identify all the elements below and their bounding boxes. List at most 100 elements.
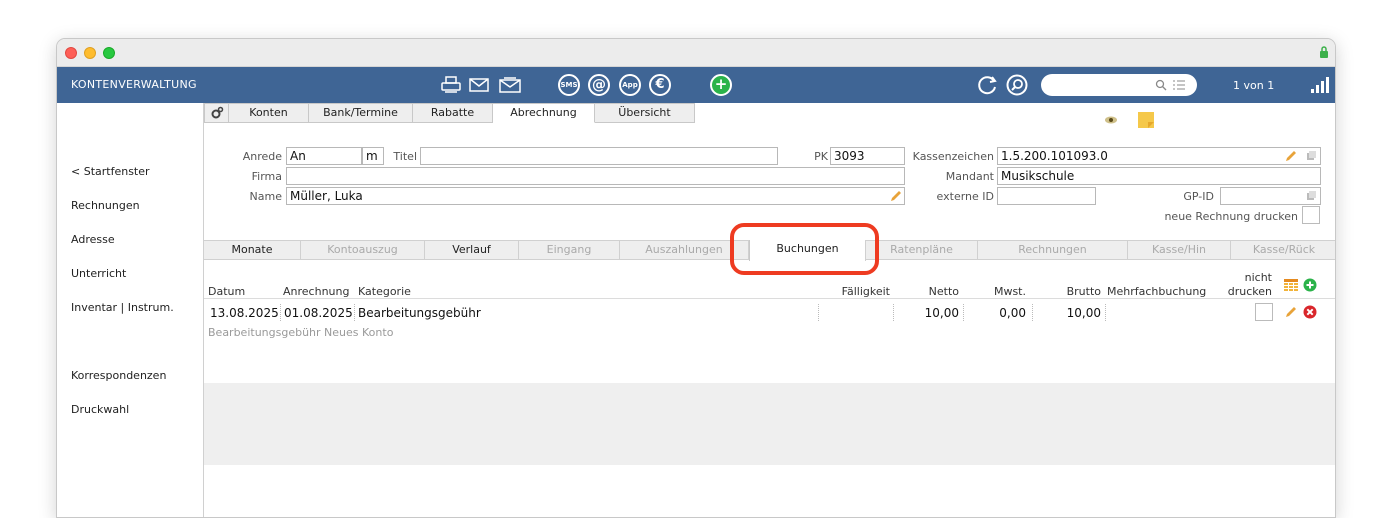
tab-uebersicht[interactable]: Übersicht [595,103,695,123]
minimize-window-button[interactable] [84,47,96,59]
titel-field[interactable] [420,147,778,165]
buchungen-highlight [730,223,879,275]
name-field[interactable]: Müller, Luka [286,187,905,205]
anrede-label: Anrede [242,150,282,163]
tab-abrechnung[interactable]: Abrechnung [493,103,595,123]
euro-label: € [649,74,671,96]
mandant-field[interactable]: Musikschule [997,167,1321,185]
lock-icon [1320,46,1328,58]
search-icon [1155,79,1167,91]
app-title: KONTENVERWALTUNG [71,78,197,91]
gender-field[interactable]: m [362,147,384,165]
cell-datum[interactable]: 13.08.2025 [210,303,279,323]
firma-field[interactable] [286,167,905,185]
main-toolbar: KONTENVERWALTUNG SMS @ App € + 1 von 1 [57,67,1335,103]
nicht-drucken-checkbox[interactable] [1255,303,1273,321]
cell-netto[interactable]: 10,00 [899,303,959,323]
subtab-eingang[interactable]: Eingang [519,241,620,259]
tab-bank-termine[interactable]: Bank/Termine [309,103,413,123]
search-input[interactable] [1041,74,1197,96]
close-window-button[interactable] [65,47,77,59]
sidebar-item-rechnungen[interactable]: Rechnungen [71,199,140,212]
sidebar-item-druckwahl[interactable]: Druckwahl [71,403,129,416]
col-kategorie: Kategorie [358,285,411,298]
letter-icon[interactable] [498,75,522,95]
stats-icon[interactable] [1310,76,1330,94]
cell-divider [818,304,819,321]
cell-faelligkeit[interactable] [824,303,890,323]
kassenzeichen-field[interactable]: 1.5.200.101093.0 [997,147,1321,165]
eye-icon[interactable] [1104,115,1118,125]
name-value: Müller, Luka [290,189,363,203]
search-circle-icon[interactable] [1005,74,1029,96]
cell-divider [893,304,894,321]
externe-id-label: externe ID [936,190,994,203]
tab-konten[interactable]: Konten [229,103,309,123]
at-icon[interactable]: @ [587,74,611,96]
app-label: App [619,74,641,96]
sms-icon[interactable]: SMS [557,74,581,96]
app-window: KONTENVERWALTUNG SMS @ App € + 1 von 1 <… [56,38,1336,518]
name-label: Name [249,190,282,203]
copy-icon[interactable] [1306,151,1316,161]
cell-divider [280,304,281,321]
cell-brutto[interactable]: 10,00 [1039,303,1101,323]
sidebar-item-inventar[interactable]: Inventar | Instrum. [71,301,174,314]
cell-mwst[interactable]: 0,00 [969,303,1026,323]
col-nicht: nicht [1244,271,1272,284]
col-anrechnung: Anrechnung [283,285,350,298]
col-mwst: Mwst. [993,285,1026,298]
subtab-rechnungen[interactable]: Rechnungen [978,241,1128,259]
main-content: Konten Bank/Termine Rabatte Abrechnung Ü… [204,103,1335,517]
list-icon[interactable] [1173,80,1185,90]
pencil-icon[interactable] [1284,149,1298,163]
col-drucken: drucken [1227,285,1272,298]
pencil-icon[interactable] [1284,305,1298,319]
app-icon[interactable]: App [618,74,642,96]
subtab-kontoauszug[interactable]: Kontoauszug [301,241,425,259]
cell-divider [1105,304,1106,321]
zoom-window-button[interactable] [103,47,115,59]
firma-label: Firma [251,170,282,183]
mail-icon[interactable] [468,75,490,95]
cell-divider [354,304,355,321]
note-icon[interactable] [1137,111,1155,129]
anrede-field[interactable]: An [286,147,362,165]
copy-icon[interactable] [1306,191,1316,201]
table-icon[interactable] [1284,279,1298,292]
euro-icon[interactable]: € [648,74,672,96]
add-row-icon[interactable] [1303,278,1317,292]
pk-field[interactable]: 3093 [830,147,905,165]
sidebar-item-unterricht[interactable]: Unterricht [71,267,126,280]
pencil-icon[interactable] [889,189,903,203]
settings-gear-tab[interactable] [204,103,229,123]
cell-anrechnung[interactable]: 01.08.2025 [284,303,353,323]
col-faelligkeit: Fälligkeit [841,285,890,298]
delete-icon[interactable] [1303,305,1317,319]
subtab-monate[interactable]: Monate [204,241,301,259]
externe-id-field[interactable] [997,187,1096,205]
sidebar-item-startfenster[interactable]: < Startfenster [71,165,150,178]
cell-kategorie[interactable]: Bearbeitungsgebühr [358,303,481,323]
subtab-verlauf[interactable]: Verlauf [425,241,519,259]
top-tab-bar: Konten Bank/Termine Rabatte Abrechnung Ü… [204,103,695,123]
mandant-label: Mandant [945,170,994,183]
sidebar-item-korrespondenzen[interactable]: Korrespondenzen [71,369,166,382]
titel-label: Titel [393,150,417,163]
gear-icon [211,106,223,119]
tab-rabatte[interactable]: Rabatte [413,103,493,123]
add-icon[interactable]: + [709,74,733,96]
gp-id-label: GP-ID [1183,190,1214,203]
cell-mehrfachbuchung[interactable] [1109,303,1209,323]
subtab-kasse-hin[interactable]: Kasse/Hin [1128,241,1231,259]
neue-rechnung-checkbox[interactable] [1302,206,1320,224]
sidebar-item-adresse[interactable]: Adresse [71,233,115,246]
sidebar: < Startfenster Rechnungen Adresse Unterr… [57,103,204,517]
subtab-kasse-rueck[interactable]: Kasse/Rück [1231,241,1335,259]
refresh-icon[interactable] [975,75,999,95]
window-titlebar [57,39,1335,67]
subtab-ratenplaene[interactable]: Ratenpläne [866,241,978,259]
add-label: + [710,74,732,96]
col-brutto: Brutto [1066,285,1101,298]
print-icon[interactable] [440,75,462,95]
